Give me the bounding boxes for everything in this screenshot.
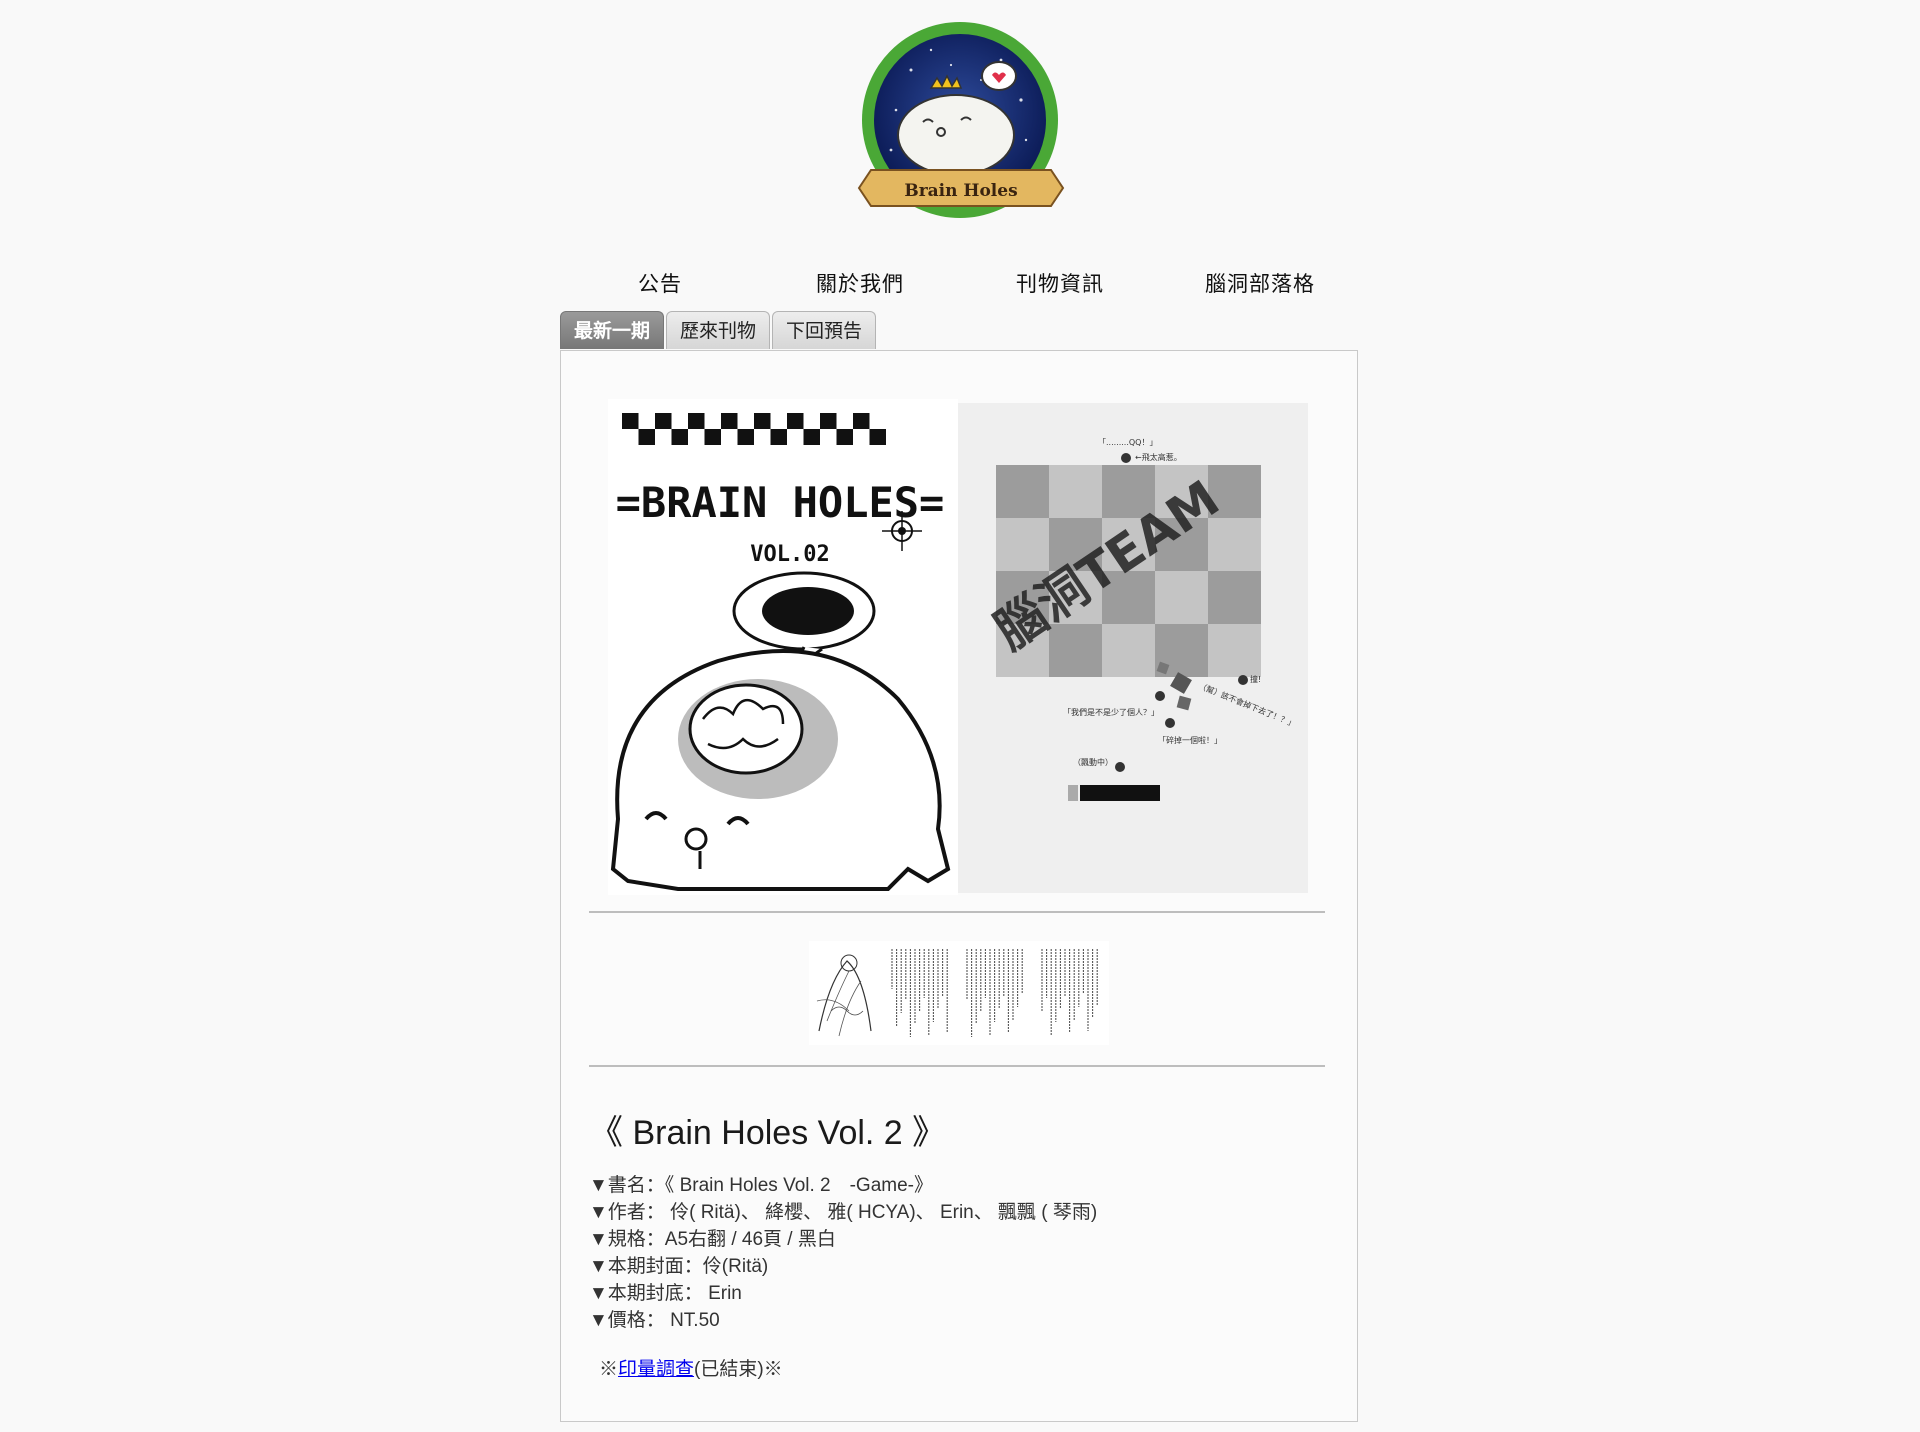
- spec-cover-artist: ▼本期封面：伶(Ritä): [589, 1256, 769, 1277]
- divider: [589, 1065, 1325, 1067]
- spec-book-name: ▼書名：《 Brain Holes Vol. 2 -Game-》: [589, 1175, 934, 1196]
- print-survey-note: ※印量調查(已結束)※: [599, 1354, 1329, 1381]
- back-caption: 撞!: [1250, 674, 1261, 684]
- spec-format: ▼規格：A5右翻 / 46頁 / 黑白: [589, 1229, 836, 1250]
- back-caption: ←飛太高惹。: [1135, 452, 1182, 462]
- nav-about-us[interactable]: 關於我們: [760, 266, 960, 302]
- tab-past-issues[interactable]: 歷來刊物: [666, 311, 771, 349]
- cover-spread: =BRAIN HOLES= VOL.02 腦洞TEAM 「.........QQ…: [608, 399, 1312, 895]
- nav-publications[interactable]: 刊物資訊: [960, 266, 1160, 302]
- tab-panel: =BRAIN HOLES= VOL.02 腦洞TEAM 「.........QQ…: [560, 350, 1358, 1422]
- nav-blog[interactable]: 腦洞部落格: [1160, 266, 1360, 302]
- issue-title: 《 Brain Holes Vol. 2 》: [589, 1114, 947, 1152]
- nav-announcements[interactable]: 公告: [560, 266, 760, 302]
- back-caption: 「.........QQ！」: [1098, 438, 1157, 447]
- back-caption: （飄動中）: [1073, 757, 1113, 767]
- back-caption: 「碎掉一個啦！」: [1158, 735, 1222, 745]
- survey-suffix: (已結束)※: [694, 1359, 783, 1380]
- spec-authors: ▼作者： 伶( Ritä)、 絳櫻、 雅( HCYA)、 Erin、 飄飄 ( …: [589, 1202, 1098, 1223]
- cover-volume: VOL.02: [750, 542, 829, 567]
- site-logo[interactable]: Brain Holes: [851, 20, 1069, 228]
- back-caption: （幫）該不會掉下去了！？」: [1197, 681, 1297, 729]
- print-survey-link[interactable]: 印量調查: [618, 1359, 694, 1380]
- logo-text: Brain Holes: [904, 181, 1017, 201]
- page-thumbnails: [809, 941, 1109, 1045]
- spec-back-cover-artist: ▼本期封底： Erin: [589, 1283, 742, 1304]
- thumbnail-text-page[interactable]: [1034, 941, 1109, 1045]
- back-caption: 「我們是不是少了個人？」: [1063, 707, 1159, 717]
- back-cover-image[interactable]: 腦洞TEAM 「.........QQ！」 ←飛太高惹。 撞! （幫）該不會掉下…: [958, 403, 1308, 893]
- thumbnail-text-page[interactable]: [884, 941, 959, 1045]
- survey-prefix: ※: [599, 1359, 619, 1380]
- front-cover-image[interactable]: =BRAIN HOLES= VOL.02: [608, 399, 958, 895]
- logo-image: Brain Holes: [857, 22, 1065, 218]
- tab-latest-issue[interactable]: 最新一期: [560, 311, 665, 349]
- tab-next-preview[interactable]: 下回預告: [772, 311, 877, 349]
- issue-info: 《 Brain Holes Vol. 2 》 ▼書名：《 Brain Holes…: [589, 1105, 1329, 1381]
- spec-price: ▼價格： NT.50: [589, 1310, 720, 1331]
- thumbnail-illustration[interactable]: [809, 941, 884, 1045]
- cover-title: =BRAIN HOLES=: [616, 478, 945, 527]
- thumbnail-text-page[interactable]: [959, 941, 1034, 1045]
- divider: [589, 911, 1325, 913]
- issue-tabs: 最新一期 歷來刊物 下回預告: [560, 311, 878, 351]
- main-nav: 公告 關於我們 刊物資訊 腦洞部落格: [560, 266, 1360, 302]
